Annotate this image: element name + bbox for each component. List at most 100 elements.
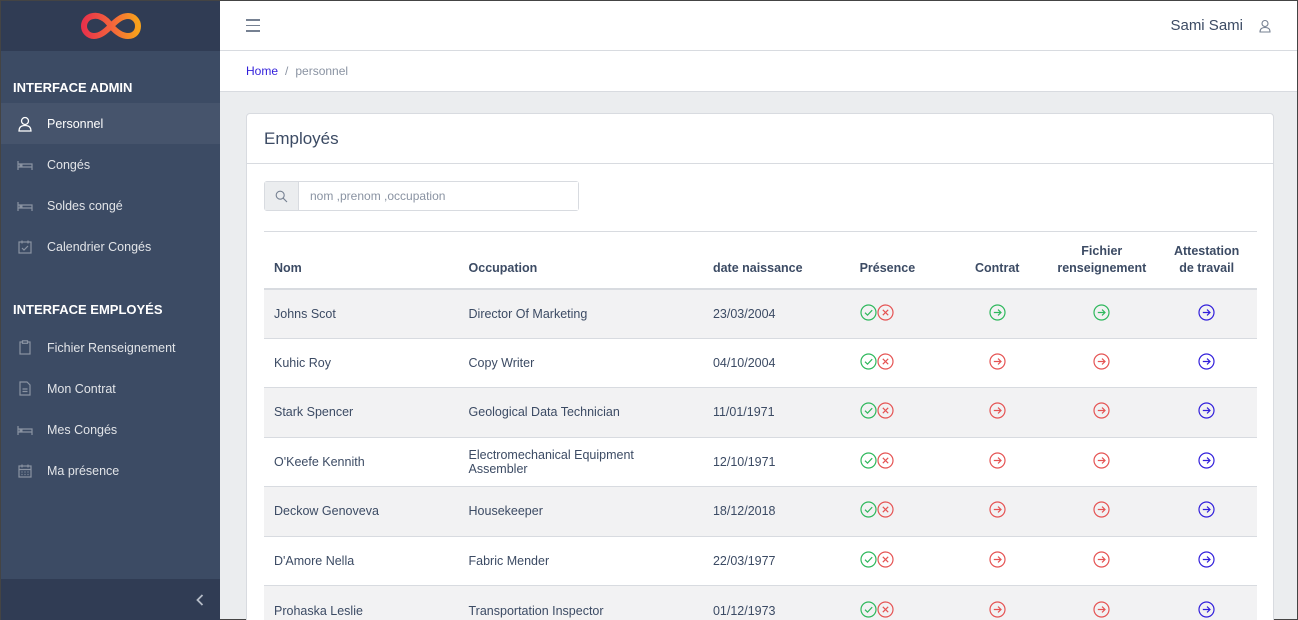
col-header-nom[interactable]: Nom — [264, 232, 459, 289]
arrow-circle-right-icon[interactable] — [1198, 501, 1215, 521]
calendar-check-icon — [15, 237, 35, 257]
arrow-circle-right-icon[interactable] — [1093, 353, 1110, 373]
cell-fichier — [1047, 436, 1157, 487]
sidebar-minimizer[interactable] — [1, 579, 220, 620]
cell-nom: Johns Scot — [264, 288, 459, 338]
check-circle-icon[interactable] — [859, 600, 877, 620]
x-circle-icon[interactable] — [876, 303, 894, 324]
x-circle-icon[interactable] — [876, 551, 894, 571]
sidebar-item-fichier-renseignement[interactable]: Fichier Renseignement — [1, 327, 220, 368]
x-circle-icon[interactable] — [876, 353, 894, 373]
user-menu[interactable]: Sami Sami — [1170, 17, 1271, 34]
sidebar-item-calendrier-conges[interactable]: Calendrier Congés — [1, 226, 220, 267]
check-circle-icon[interactable] — [859, 551, 877, 571]
nav-title-admin: INTERFACE ADMIN — [13, 80, 133, 95]
breadcrumb-separator: / — [285, 64, 289, 78]
col-header-occupation[interactable]: Occupation — [459, 232, 703, 289]
hamburger-icon — [246, 19, 260, 21]
col-header-attestation-line1: Attestation — [1173, 243, 1240, 258]
cell-date: 01/12/1973 — [702, 585, 850, 620]
arrow-circle-right-icon[interactable] — [989, 600, 1006, 620]
x-circle-icon[interactable] — [876, 402, 894, 422]
cell-date: 18/12/2018 — [702, 486, 850, 536]
x-circle-icon[interactable] — [876, 600, 894, 620]
arrow-circle-right-icon[interactable] — [1093, 402, 1110, 422]
sidebar-item-label: Mon Contrat — [47, 381, 116, 396]
infinity-logo — [80, 12, 141, 40]
bed-icon — [15, 420, 35, 440]
arrow-circle-right-icon[interactable] — [1198, 551, 1215, 571]
arrow-circle-right-icon[interactable] — [1093, 551, 1110, 571]
col-header-attestation-line2: de travail — [1179, 260, 1235, 275]
search-input[interactable] — [299, 182, 578, 210]
sidebar-item-soldes-conge[interactable]: Soldes congé — [1, 185, 220, 226]
arrow-circle-right-icon[interactable] — [1198, 303, 1215, 324]
bed-icon — [15, 196, 35, 216]
sidebar-item-label: Fichier Renseignement — [47, 340, 176, 355]
arrow-circle-right-icon[interactable] — [1198, 402, 1215, 422]
cell-date: 22/03/1977 — [702, 535, 850, 586]
arrow-circle-right-icon[interactable] — [989, 501, 1006, 521]
cell-nom: Prohaska Leslie — [264, 585, 459, 620]
sidebar-item-mes-conges[interactable]: Mes Congés — [1, 409, 220, 450]
sidebar-item-personnel[interactable]: Personnel — [1, 103, 220, 144]
cell-nom: O'Keefe Kennith — [264, 436, 459, 487]
arrow-circle-right-icon[interactable] — [989, 551, 1006, 571]
sidebar: INTERFACE ADMIN Personnel Congés Soldes … — [1, 1, 220, 620]
table-body: Johns Scot Director Of Marketing 23/03/200… — [264, 288, 1257, 620]
col-header-contrat[interactable]: Contrat — [947, 232, 1047, 289]
clipboard-icon — [15, 338, 35, 358]
arrow-circle-right-icon[interactable] — [989, 303, 1006, 324]
arrow-circle-right-icon[interactable] — [1093, 452, 1110, 472]
nav-title-employes: INTERFACE EMPLOYÉS — [13, 302, 163, 317]
cell-attestation — [1156, 436, 1257, 487]
brand[interactable] — [1, 1, 220, 51]
cell-presence — [849, 337, 948, 388]
cell-fichier — [1047, 337, 1157, 388]
arrow-circle-right-icon[interactable] — [1198, 452, 1215, 472]
x-circle-icon[interactable] — [876, 501, 894, 521]
check-circle-icon[interactable] — [859, 303, 877, 324]
sidebar-item-conges[interactable]: Congés — [1, 144, 220, 185]
cell-date: 04/10/2004 — [702, 337, 850, 388]
cell-contrat — [947, 535, 1048, 586]
menu-toggle-button[interactable] — [246, 19, 260, 32]
sidebar-item-label: Personnel — [47, 116, 104, 131]
arrow-circle-right-icon[interactable] — [1093, 501, 1110, 521]
arrow-circle-right-icon[interactable] — [989, 402, 1006, 422]
chevron-left-icon — [196, 594, 204, 606]
arrow-circle-right-icon[interactable] — [1093, 303, 1110, 324]
breadcrumb: Home / personnel — [220, 51, 1297, 92]
cell-presence — [849, 486, 948, 536]
search-icon — [265, 182, 299, 210]
col-header-attestation[interactable]: Attestation de travail — [1156, 232, 1257, 289]
col-header-date[interactable]: date naissance — [703, 232, 850, 289]
check-circle-icon[interactable] — [859, 402, 877, 422]
sidebar-item-label: Calendrier Congés — [47, 239, 152, 254]
arrow-circle-right-icon[interactable] — [989, 353, 1006, 373]
arrow-circle-right-icon[interactable] — [1198, 600, 1215, 620]
cell-occupation: Electromechanical Equipment Assembler — [458, 436, 703, 487]
check-circle-icon[interactable] — [859, 501, 877, 521]
cell-contrat — [947, 585, 1048, 620]
table-row: Kuhic Roy Copy Writer 04/10/2004 — [264, 337, 1257, 388]
sidebar-item-mon-contrat[interactable]: Mon Contrat — [1, 368, 220, 409]
check-circle-icon[interactable] — [859, 353, 877, 373]
cell-date: 12/10/1971 — [702, 436, 850, 487]
employees-table: Nom Occupation date naissance Présence C… — [264, 231, 1257, 620]
user-name: Sami Sami — [1170, 17, 1243, 34]
cell-attestation — [1156, 486, 1257, 536]
cell-contrat — [947, 486, 1048, 536]
x-circle-icon[interactable] — [876, 452, 894, 472]
cell-presence — [849, 585, 948, 620]
col-header-presence[interactable]: Présence — [850, 232, 948, 289]
arrow-circle-right-icon[interactable] — [1198, 353, 1215, 373]
col-header-fichier-line1: Fichier — [1081, 243, 1123, 258]
breadcrumb-home-link[interactable]: Home — [246, 64, 278, 78]
sidebar-item-ma-presence[interactable]: Ma présence — [1, 450, 220, 491]
col-header-fichier[interactable]: Fichier renseignement — [1047, 232, 1156, 289]
arrow-circle-right-icon[interactable] — [1093, 600, 1110, 620]
arrow-circle-right-icon[interactable] — [989, 452, 1006, 472]
check-circle-icon[interactable] — [859, 452, 877, 472]
table-row: D'Amore Nella Fabric Mender 22/03/1977 — [264, 535, 1257, 586]
